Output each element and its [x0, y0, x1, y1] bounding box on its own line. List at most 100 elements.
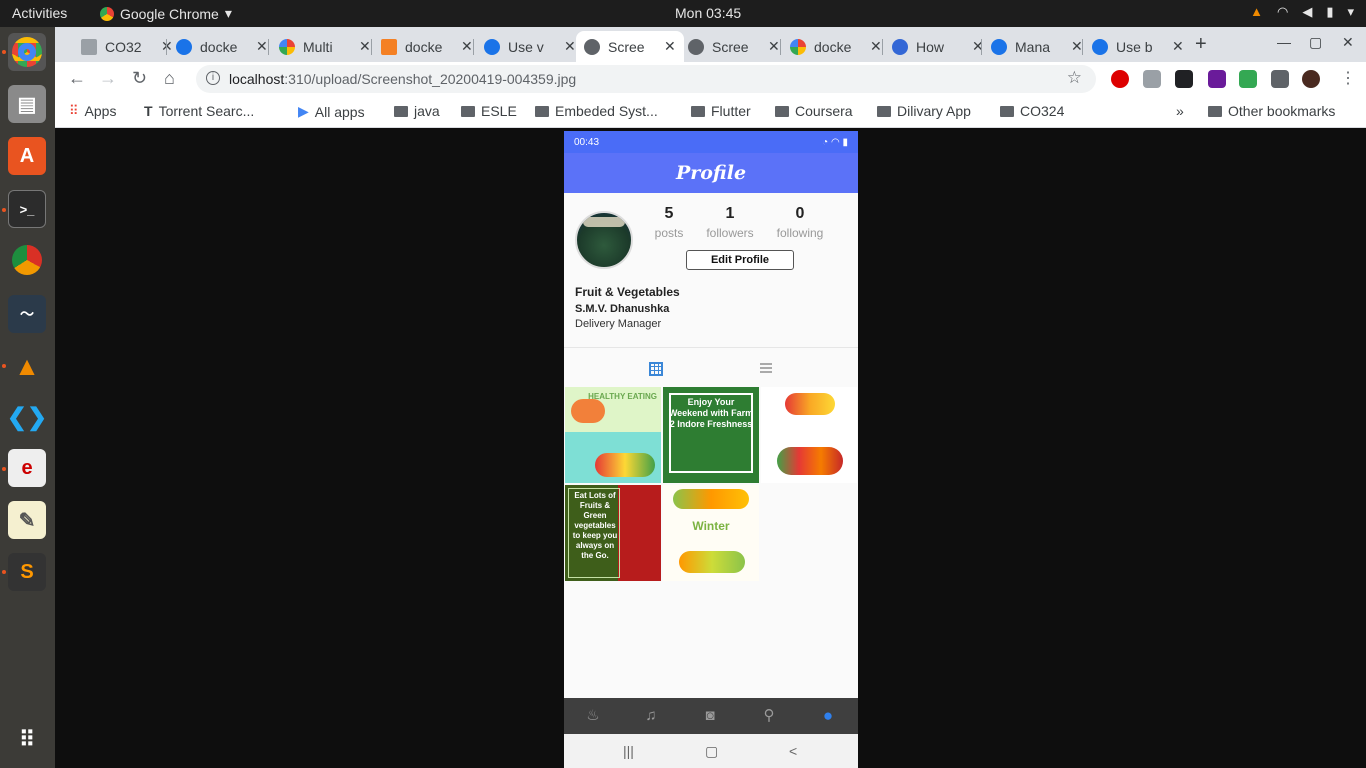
home-button[interactable]: ⌂	[164, 68, 175, 89]
tab[interactable]: Multi ✕	[271, 31, 379, 62]
clock[interactable]: Mon 03:45	[675, 5, 741, 21]
tab[interactable]: Use v ✕	[476, 31, 584, 62]
extensions-puzzle-icon[interactable]	[1271, 70, 1289, 88]
close-window-icon[interactable]: ✕	[1342, 34, 1354, 51]
tab[interactable]: Mana ✕	[983, 31, 1091, 62]
bookmark-folder-co324[interactable]: CO324	[1000, 103, 1064, 119]
kebab-menu-icon[interactable]: ⋮	[1340, 68, 1356, 88]
close-tab-icon[interactable]: ✕	[768, 38, 780, 55]
tab[interactable]: CO32✕	[73, 31, 181, 62]
dock-vscode-icon[interactable]: ❮❯	[7, 398, 47, 436]
avatar[interactable]	[1302, 70, 1320, 88]
bookmark-folder-java[interactable]: java	[394, 103, 440, 119]
extension-adblock-icon[interactable]	[1111, 70, 1129, 88]
recents-icon[interactable]: |||	[623, 743, 634, 759]
bookmark-star-icon[interactable]: ☆	[1067, 68, 1082, 88]
dock-document-viewer-icon[interactable]: e	[8, 449, 46, 487]
system-tray[interactable]: ▲ ◠ ◀ ▮ ▾	[1250, 4, 1354, 20]
tab[interactable]: docke ✕	[782, 31, 890, 62]
back-icon[interactable]: <	[789, 743, 797, 759]
notifications-bell-icon[interactable]: ♫	[642, 707, 660, 725]
edit-profile-button[interactable]: Edit Profile	[686, 250, 794, 270]
dock-software-center-icon[interactable]: A	[8, 137, 46, 175]
restore-icon[interactable]: ▢	[1309, 34, 1322, 51]
back-button[interactable]: ←	[68, 68, 86, 89]
tab-favicon-icon	[176, 38, 192, 55]
fruit-illustration	[595, 453, 655, 477]
search-icon[interactable]: ⚲	[760, 707, 778, 725]
profile-account-icon[interactable]: ●	[819, 707, 837, 725]
close-tab-icon[interactable]: ✕	[870, 38, 882, 55]
camera-icon[interactable]: ◙	[701, 707, 719, 725]
bookmark-folder-dilivary-app[interactable]: Dilivary App	[877, 103, 971, 119]
post-tile[interactable]: Winter	[663, 485, 759, 581]
bookmarks-overflow-button[interactable]: »	[1176, 103, 1184, 119]
tab[interactable]: Scree ✕	[680, 31, 788, 62]
close-tab-icon[interactable]: ✕	[1172, 38, 1184, 55]
tab[interactable]: How ✕	[884, 31, 992, 62]
close-tab-icon[interactable]: ✕	[256, 38, 268, 55]
forward-button[interactable]: →	[99, 68, 117, 89]
grid-view-icon[interactable]	[649, 362, 663, 376]
bookmark-torrent-search[interactable]: T Torrent Searc...	[144, 103, 254, 119]
app-menu[interactable]: Google Chrome ▾	[100, 5, 232, 22]
fruit-illustration	[679, 551, 745, 573]
feed-flame-icon[interactable]: ♨	[584, 707, 602, 725]
dock-sublime-text-icon[interactable]: S	[8, 553, 46, 591]
new-tab-button[interactable]: +	[1195, 33, 1207, 56]
close-tab-icon[interactable]: ✕	[359, 38, 371, 55]
extension-icon[interactable]	[1143, 70, 1161, 88]
extension-shield-icon[interactable]	[1175, 70, 1193, 88]
tab[interactable]: Use b ✕	[1084, 31, 1192, 62]
caret-down-icon: ▾	[224, 5, 232, 21]
post-caption: Eat Lots of Fruits & Green vegetables to…	[572, 491, 618, 560]
show-applications-icon[interactable]: ⠿	[8, 721, 46, 759]
close-tab-icon[interactable]: ✕	[664, 38, 676, 55]
dock-system-monitor-icon[interactable]: 〜	[8, 295, 46, 333]
bookmark-all-apps[interactable]: ▶ All apps	[298, 103, 365, 120]
minimize-icon[interactable]: —	[1277, 34, 1291, 50]
post-tile[interactable]: Enjoy Your Weekend with Farm 2 Indore Fr…	[663, 387, 759, 483]
info-icon[interactable]: i	[206, 71, 220, 85]
extension-green-icon[interactable]	[1239, 70, 1257, 88]
post-tile[interactable]: HEALTHY EATING	[565, 387, 661, 483]
close-tab-icon[interactable]: ✕	[564, 38, 576, 55]
dock-chrome-icon[interactable]	[8, 33, 46, 71]
dock-files-icon[interactable]: ▤	[8, 85, 46, 123]
divider	[564, 347, 858, 348]
dock-chromium-icon[interactable]	[8, 241, 46, 279]
post-tile[interactable]: Eat Lots of Fruits & Green vegetables to…	[565, 485, 661, 581]
bookmark-label: Apps	[84, 103, 117, 119]
post-caption: Winter	[692, 519, 730, 533]
bookmark-label: Coursera	[795, 103, 853, 119]
bookmark-folder-esle[interactable]: ESLE	[461, 103, 517, 119]
dock: ▤ A >_ 〜 ▲ ❮❯ e ✎ S ⠿	[0, 27, 55, 768]
avatar-logo-text	[583, 217, 625, 227]
home-icon[interactable]: ▢	[705, 743, 718, 760]
stat-value: 1	[725, 205, 735, 222]
other-bookmarks[interactable]: Other bookmarks	[1208, 103, 1335, 119]
close-tab-icon[interactable]: ✕	[1071, 38, 1083, 55]
post-tile[interactable]	[761, 387, 857, 483]
dock-text-editor-icon[interactable]: ✎	[8, 501, 46, 539]
tab[interactable]: docke ✕	[373, 31, 481, 62]
avatar[interactable]	[575, 211, 633, 269]
close-tab-icon[interactable]: ✕	[461, 38, 473, 55]
bookmark-folder-flutter[interactable]: Flutter	[691, 103, 751, 119]
bookmark-folder-coursera[interactable]: Coursera	[775, 103, 853, 119]
address-bar[interactable]: i localhost:310/upload/Screenshot_202004…	[196, 65, 1096, 93]
status-time: 00:43	[574, 136, 600, 148]
reload-button[interactable]: ↻	[132, 68, 147, 89]
activities-button[interactable]: Activities	[12, 5, 67, 21]
vlc-tray-icon: ▲	[1250, 4, 1263, 19]
wifi-icon: ◠	[1276, 4, 1289, 19]
dock-vlc-icon[interactable]: ▲	[8, 347, 46, 385]
tab-active[interactable]: Scree ✕	[576, 31, 684, 62]
profile-name: Fruit & Vegetables	[575, 285, 680, 299]
list-view-icon[interactable]	[760, 363, 772, 373]
tab[interactable]: docke ✕	[168, 31, 276, 62]
dock-terminal-icon[interactable]: >_	[8, 190, 46, 228]
bookmark-apps[interactable]: ⠿ Apps	[69, 103, 116, 119]
bookmark-folder-embedded[interactable]: Embeded Syst...	[535, 103, 658, 119]
extension-p-icon[interactable]	[1208, 70, 1226, 88]
